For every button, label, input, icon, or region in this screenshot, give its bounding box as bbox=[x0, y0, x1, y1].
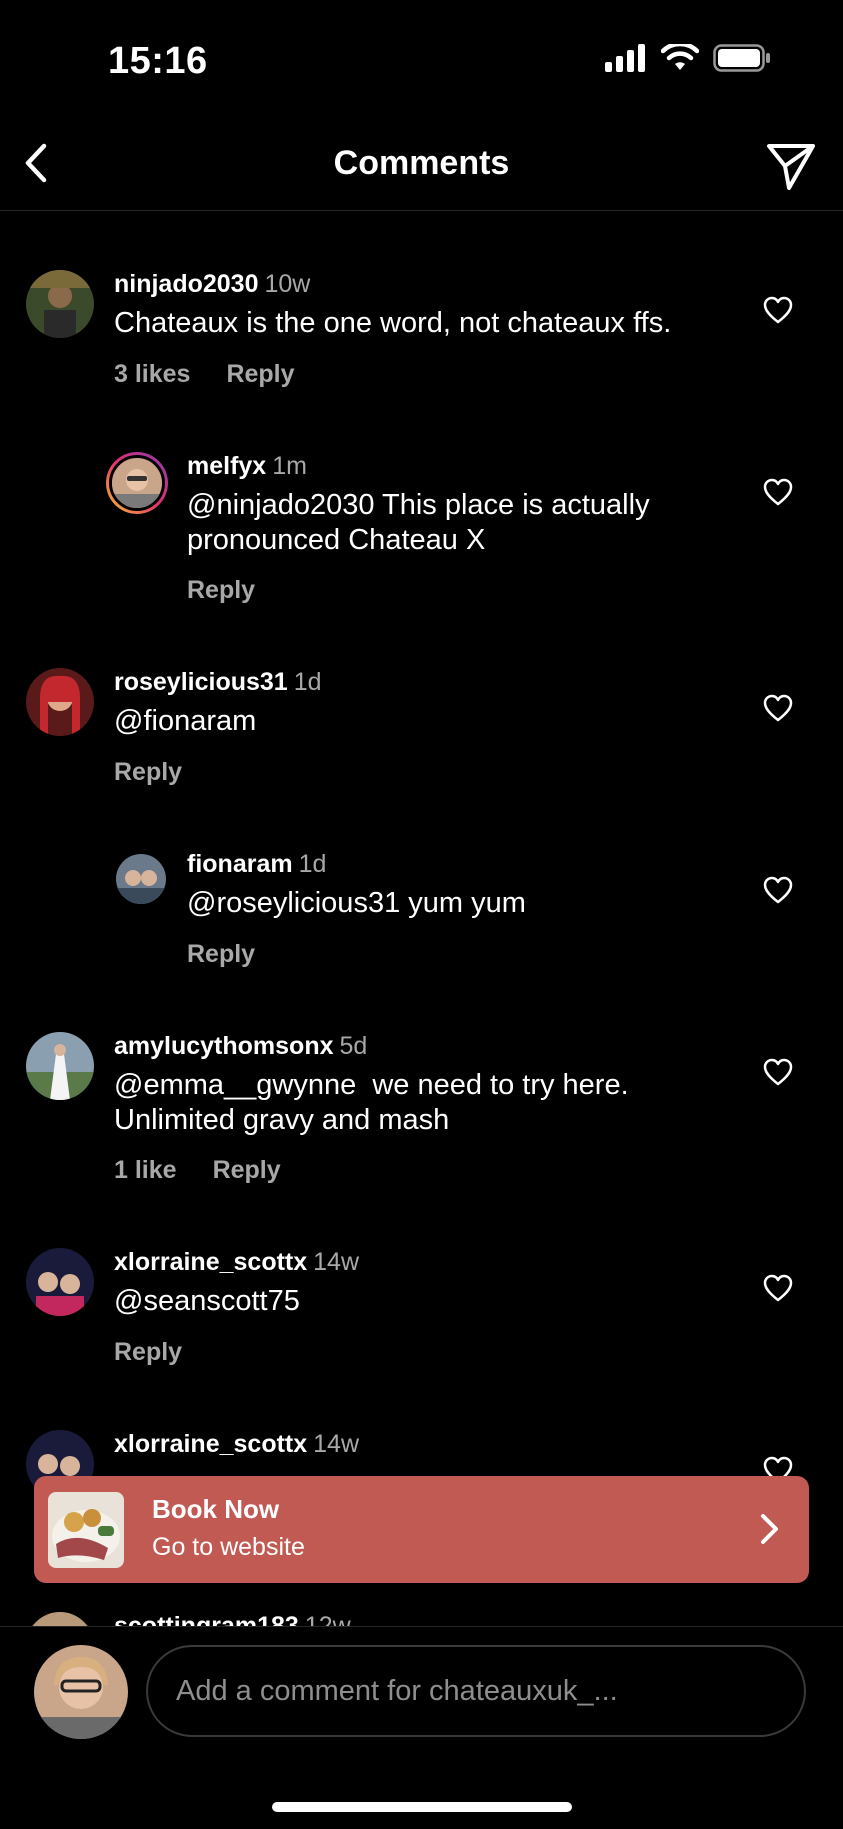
avatar[interactable] bbox=[116, 854, 166, 904]
cellular-signal-icon bbox=[605, 44, 645, 72]
banner-subtitle: Go to website bbox=[152, 1533, 305, 1561]
heart-icon[interactable] bbox=[763, 1274, 793, 1302]
reply-button[interactable]: Reply bbox=[226, 360, 294, 389]
avatar[interactable] bbox=[26, 270, 94, 338]
comment-time: 1d bbox=[293, 668, 322, 696]
like-count[interactable]: 1 like bbox=[114, 1156, 177, 1185]
avatar bbox=[109, 455, 165, 511]
comment-time: 1d bbox=[298, 850, 327, 878]
status-icons bbox=[605, 44, 771, 72]
page-title: Comments bbox=[333, 144, 510, 182]
reply-button[interactable]: Reply bbox=[213, 1156, 281, 1185]
book-now-banner[interactable]: Book Now Go to website bbox=[34, 1476, 809, 1583]
status-time: 15:16 bbox=[108, 40, 208, 82]
comment-time: 12w bbox=[304, 1612, 351, 1626]
heart-icon[interactable] bbox=[763, 1058, 793, 1086]
comment-text: @seanscott75 bbox=[114, 1285, 300, 1317]
like-count[interactable]: 3 likes bbox=[114, 360, 190, 389]
reply-button[interactable]: Reply bbox=[114, 758, 182, 787]
comment-text: Chateaux is the one word, not chateaux f… bbox=[114, 307, 672, 339]
comment-username[interactable]: xlorraine_scottx bbox=[114, 1430, 307, 1458]
home-indicator bbox=[272, 1802, 572, 1812]
comment-username[interactable]: ninjado2030 bbox=[114, 270, 259, 298]
comment-list[interactable]: ninjado2030 10w Chateaux is the one word,… bbox=[0, 210, 843, 1626]
comment-text: @fionaram bbox=[114, 705, 257, 737]
comment-username[interactable]: melfyx bbox=[187, 452, 266, 480]
paper-plane-icon[interactable] bbox=[763, 138, 819, 194]
comment-time: 14w bbox=[313, 1248, 360, 1276]
comment-time: 1m bbox=[272, 452, 307, 480]
comment-time: 5d bbox=[339, 1032, 368, 1060]
heart-icon[interactable] bbox=[763, 478, 793, 506]
comment-username[interactable]: scottingram183 bbox=[114, 1612, 299, 1626]
comment-input[interactable] bbox=[146, 1645, 806, 1737]
reply-button[interactable]: Reply bbox=[187, 940, 255, 969]
comment-text: @roseylicious31 yum yum bbox=[187, 887, 526, 919]
comment-username[interactable]: fionaram bbox=[187, 850, 293, 878]
comment-text: @emma__gwynne we need to try here. Unlim… bbox=[114, 1069, 629, 1136]
food-thumbnail bbox=[48, 1492, 124, 1568]
heart-icon[interactable] bbox=[763, 296, 793, 324]
comments-header: Comments bbox=[0, 120, 843, 211]
avatar[interactable] bbox=[26, 1612, 94, 1626]
story-ring[interactable] bbox=[106, 452, 168, 514]
chevron-right-icon bbox=[761, 1514, 778, 1544]
avatar bbox=[34, 1645, 128, 1739]
heart-icon[interactable] bbox=[763, 876, 793, 904]
comment-username[interactable]: roseylicious31 bbox=[114, 668, 288, 696]
banner-title: Book Now bbox=[152, 1494, 280, 1524]
avatar[interactable] bbox=[26, 668, 94, 736]
comment-username[interactable]: xlorraine_scottx bbox=[114, 1248, 307, 1276]
avatar[interactable] bbox=[26, 1032, 94, 1100]
status-bar: 15:16 bbox=[0, 0, 843, 120]
reply-button[interactable]: Reply bbox=[114, 1338, 182, 1367]
comment-text: @ninjado2030 This place is actually pron… bbox=[187, 489, 650, 556]
battery-icon bbox=[713, 44, 770, 72]
comment-composer bbox=[0, 1626, 843, 1829]
reply-button[interactable]: Reply bbox=[187, 576, 255, 605]
heart-icon[interactable] bbox=[763, 694, 793, 722]
comment-time: 14w bbox=[313, 1430, 360, 1458]
wifi-icon bbox=[661, 44, 699, 70]
comment-username[interactable]: amylucythomsonx bbox=[114, 1032, 334, 1060]
avatar[interactable] bbox=[26, 1248, 94, 1316]
comment-time: 10w bbox=[264, 270, 311, 298]
